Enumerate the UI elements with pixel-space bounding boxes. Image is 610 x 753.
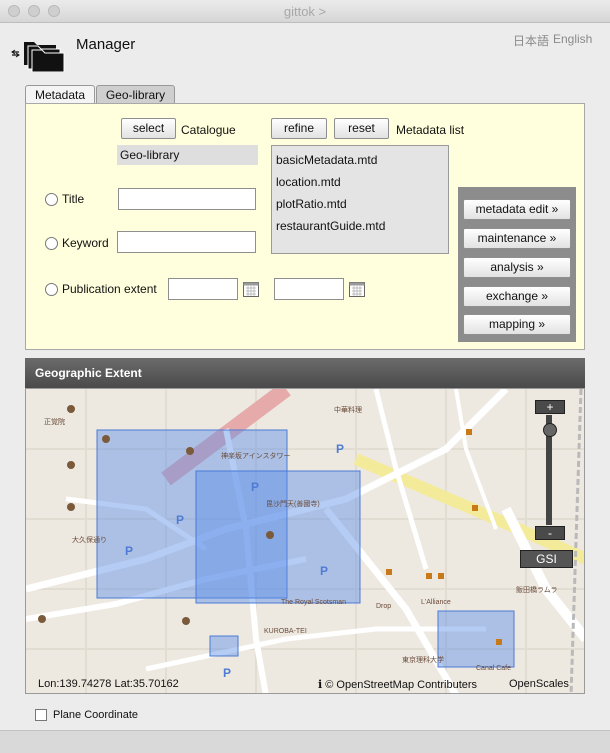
- metadata-edit-button[interactable]: metadata edit »: [463, 199, 571, 220]
- keyword-input[interactable]: [117, 231, 256, 253]
- map-engine-label: OpenScales: [509, 678, 569, 690]
- map-label: KUROBA-TEI: [264, 628, 307, 635]
- list-item[interactable]: location.mtd: [272, 171, 448, 193]
- svg-text:P: P: [223, 666, 231, 680]
- plane-coordinate-checkbox[interactable]: [35, 709, 47, 721]
- map-tiles: P P P P P P: [26, 389, 584, 693]
- metadata-list-label: Metadata list: [396, 123, 465, 137]
- publication-extent-label: Publication extent: [62, 282, 157, 296]
- map-label: 毘沙門天(善國寺): [266, 501, 320, 508]
- catalogue-label: Catalogue: [181, 123, 236, 137]
- geographic-extent-title: Geographic Extent: [35, 366, 142, 380]
- coordinate-readout: Lon:139.74278 Lat:35.70162: [38, 678, 179, 690]
- title-input[interactable]: [118, 188, 256, 210]
- window-title: gittok >: [283, 4, 327, 19]
- map-label: 飯田橋ラムラ: [516, 587, 558, 594]
- attribution: i © OpenStreetMap Contributers: [318, 678, 477, 691]
- publication-extent-radio[interactable]: [45, 283, 58, 296]
- list-item[interactable]: basicMetadata.mtd: [272, 149, 448, 171]
- map-label: 東京理科大学: [402, 657, 444, 664]
- maintenance-button[interactable]: maintenance »: [463, 228, 571, 249]
- app-title: Manager: [76, 36, 136, 53]
- operations-panel: metadata edit » maintenance » analysis »…: [458, 187, 576, 342]
- title-label: Title: [62, 192, 85, 206]
- gsi-layer-button[interactable]: GSI: [520, 550, 573, 568]
- map-label: Canal Cafe: [476, 665, 512, 672]
- map-label: 正覚院: [44, 419, 65, 426]
- info-icon[interactable]: i: [318, 678, 322, 691]
- svg-text:P: P: [336, 442, 344, 456]
- language-english-link[interactable]: English: [553, 32, 592, 46]
- tab-geo-library[interactable]: Geo-library: [96, 85, 175, 103]
- mapping-button[interactable]: mapping »: [463, 314, 571, 335]
- zoom-out-button[interactable]: -: [535, 526, 565, 540]
- map-label: 神楽坂アインスタワー: [221, 453, 291, 460]
- reset-button[interactable]: reset: [334, 118, 389, 139]
- svg-text:P: P: [251, 480, 259, 494]
- map-label: 大久保通り: [72, 537, 107, 544]
- exchange-button[interactable]: exchange »: [463, 286, 571, 307]
- list-item[interactable]: restaurantGuide.mtd: [272, 215, 448, 237]
- keyword-radio[interactable]: [45, 237, 58, 250]
- calendar-to-icon[interactable]: [349, 281, 365, 297]
- language-japanese-link[interactable]: 日本語: [513, 32, 549, 49]
- svg-text:P: P: [176, 513, 184, 527]
- keyword-label: Keyword: [62, 236, 109, 250]
- map-label: L'Alliance: [421, 599, 451, 606]
- title-radio[interactable]: [45, 193, 58, 206]
- calendar-from-icon[interactable]: [243, 281, 259, 297]
- geographic-extent-header: Geographic Extent: [25, 358, 585, 388]
- extent-to-input[interactable]: [274, 278, 344, 300]
- window-statusbar: [0, 730, 610, 753]
- catalogue-value: Geo-library: [117, 145, 258, 165]
- map-label: 中華料理: [334, 407, 362, 414]
- attribution-text: © OpenStreetMap Contributers: [325, 679, 478, 691]
- folders-icon: [10, 36, 70, 73]
- zoom-slider-handle[interactable]: [543, 423, 557, 437]
- select-button[interactable]: select: [121, 118, 176, 139]
- map-view[interactable]: P P P P P P 正覚院 大久保通り 神楽坂アインスタワー The Royal S…: [25, 388, 585, 694]
- map-label: The Royal Scotsman: [281, 599, 346, 606]
- window-titlebar: gittok >: [0, 0, 610, 23]
- svg-text:P: P: [320, 564, 328, 578]
- list-item[interactable]: plotRatio.mtd: [272, 193, 448, 215]
- plane-coordinate-label: Plane Coordinate: [53, 709, 139, 721]
- metadata-list[interactable]: basicMetadata.mtd location.mtd plotRatio…: [271, 145, 449, 254]
- svg-text:P: P: [125, 544, 133, 558]
- map-label: Drop: [376, 603, 392, 610]
- extent-from-input[interactable]: [168, 278, 238, 300]
- zoom-in-button[interactable]: +: [535, 400, 565, 414]
- refine-button[interactable]: refine: [271, 118, 327, 139]
- tab-metadata[interactable]: Metadata: [25, 85, 95, 103]
- analysis-button[interactable]: analysis »: [463, 257, 571, 278]
